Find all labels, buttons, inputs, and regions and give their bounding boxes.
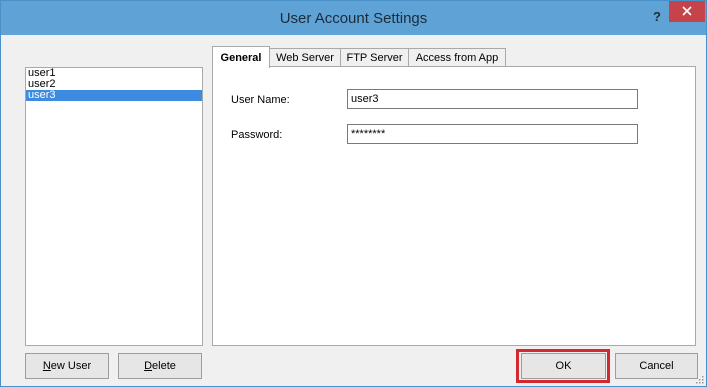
tab-general[interactable]: General (212, 46, 270, 68)
cancel-button[interactable]: Cancel (615, 353, 698, 379)
password-field[interactable]: ******** (347, 124, 638, 144)
password-label: Password: (231, 129, 283, 141)
user-list-item-selected[interactable]: user3 (26, 90, 202, 101)
username-field[interactable]: user3 (347, 89, 638, 109)
delete-label: elete (152, 360, 176, 372)
tab-ftp-server[interactable]: FTP Server (340, 48, 409, 67)
resize-grip-icon[interactable] (694, 374, 704, 384)
user-list[interactable]: user1 user2 user3 (25, 67, 203, 346)
close-button[interactable] (669, 1, 705, 22)
ok-button-highlight (516, 349, 610, 383)
tab-access-from-app[interactable]: Access from App (408, 48, 506, 67)
window-title: User Account Settings (279, 10, 428, 27)
delete-button[interactable]: Delete (118, 353, 202, 379)
new-user-mnemonic: N (42, 360, 51, 372)
general-tab-panel: User Name: user3 Password: ******** (212, 66, 696, 346)
new-user-label: ew User (50, 360, 92, 372)
username-label: User Name: (231, 94, 290, 106)
tab-web-server[interactable]: Web Server (269, 48, 341, 67)
user-account-settings-dialog: User Account Settings ? user1 user2 user… (0, 0, 707, 387)
help-button[interactable]: ? (647, 7, 667, 27)
new-user-button[interactable]: New User (25, 353, 109, 379)
delete-mnemonic: D (144, 360, 153, 372)
title-bar[interactable]: User Account Settings ? (1, 1, 706, 35)
close-icon (682, 6, 692, 16)
